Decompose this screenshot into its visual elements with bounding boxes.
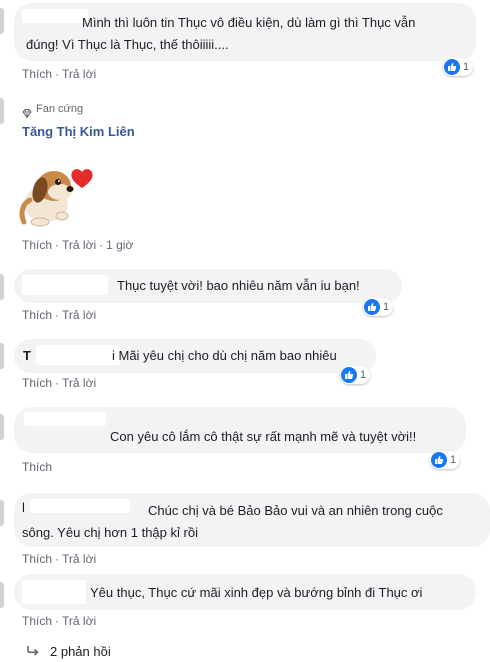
avatar[interactable] — [0, 500, 4, 526]
avatar[interactable] — [0, 8, 4, 34]
comment-text: Yêu thục, Thục cứ mãi xinh đẹp và bướng … — [90, 585, 423, 600]
comment-actions: Thích — [22, 460, 52, 474]
commenter-initial: T — [23, 348, 31, 363]
dog-heart-sticker — [12, 150, 96, 230]
view-replies-label: 2 phản hồi — [50, 644, 111, 659]
view-replies-link[interactable]: 2 phản hồi — [26, 644, 111, 659]
like-link[interactable]: Thích — [22, 552, 52, 566]
commenter-name[interactable]: Tăng Thị Kim Liên — [22, 124, 135, 139]
reply-link[interactable]: Trả lời — [62, 238, 96, 252]
like-link[interactable]: Thích — [22, 614, 52, 628]
avatar[interactable] — [0, 582, 4, 608]
reply-link[interactable]: Trả lời — [62, 308, 96, 322]
like-link[interactable]: Thích — [22, 376, 52, 390]
like-count[interactable]: 1 — [363, 298, 394, 316]
diamond-icon — [22, 105, 32, 123]
like-count[interactable]: 1 — [430, 451, 461, 469]
comment-text: sông. Yêu chị hơn 1 thập kỉ rồi — [22, 525, 198, 540]
comment-text: Mình thì luôn tin Thục vô điều kiện, dù … — [82, 15, 416, 30]
like-link[interactable]: Thích — [22, 460, 52, 474]
reply-arrow-icon — [26, 644, 40, 659]
reply-link[interactable]: Trả lời — [62, 376, 96, 390]
thumbs-up-icon — [431, 452, 447, 468]
like-link[interactable]: Thích — [22, 308, 52, 322]
comment-actions: Thích · Trả lời · 1 giờ — [22, 238, 134, 252]
comment-actions: Thích · Trả lời — [22, 308, 97, 322]
avatar[interactable] — [0, 343, 4, 369]
reply-link[interactable]: Trả lời — [62, 552, 96, 566]
redacted-name — [36, 345, 120, 365]
thumbs-up-icon — [364, 299, 380, 315]
commenter-initial: l — [22, 500, 25, 515]
reply-link[interactable]: Trả lời — [62, 614, 96, 628]
comment-actions: Thích · Trả lời — [22, 552, 97, 566]
like-link[interactable]: Thích — [22, 67, 52, 81]
like-link[interactable]: Thích — [22, 238, 52, 252]
thumbs-up-icon — [341, 367, 357, 383]
redacted-name — [22, 580, 86, 604]
comment-text: Con yêu cô lắm cô thật sự rất mạnh mẽ và… — [110, 429, 417, 444]
redacted-name — [30, 499, 130, 513]
avatar[interactable] — [0, 414, 4, 440]
reply-link[interactable]: Trả lời — [62, 67, 96, 81]
like-count[interactable]: 1 — [340, 366, 371, 384]
fan-badge: Fan cứng — [36, 103, 84, 115]
comment-text: Thục tuyệt vời! bao nhiêu năm vẫn iu bạn… — [117, 278, 360, 293]
comment-actions: Thích · Trả lời — [22, 614, 97, 628]
avatar[interactable] — [0, 274, 4, 300]
comment-text: i Mãi yêu chị cho dù chị năm bao nhiêu — [112, 348, 337, 363]
like-count[interactable]: 1 — [443, 58, 474, 76]
avatar[interactable] — [0, 98, 4, 124]
comment-actions: Thích · Trả lời — [22, 376, 97, 390]
comment-text: Chúc chị và bé Bảo Bảo vui và an nhiên t… — [148, 503, 443, 518]
comment-time[interactable]: 1 giờ — [106, 238, 133, 252]
redacted-name — [22, 275, 108, 295]
comment-actions: Thích · Trả lời — [22, 67, 97, 81]
redacted-name — [22, 9, 88, 23]
redacted-name — [24, 412, 106, 426]
comment-text: đúng! Vì Thục là Thục, thế thôiiiii.... — [26, 37, 229, 52]
thumbs-up-icon — [444, 59, 460, 75]
